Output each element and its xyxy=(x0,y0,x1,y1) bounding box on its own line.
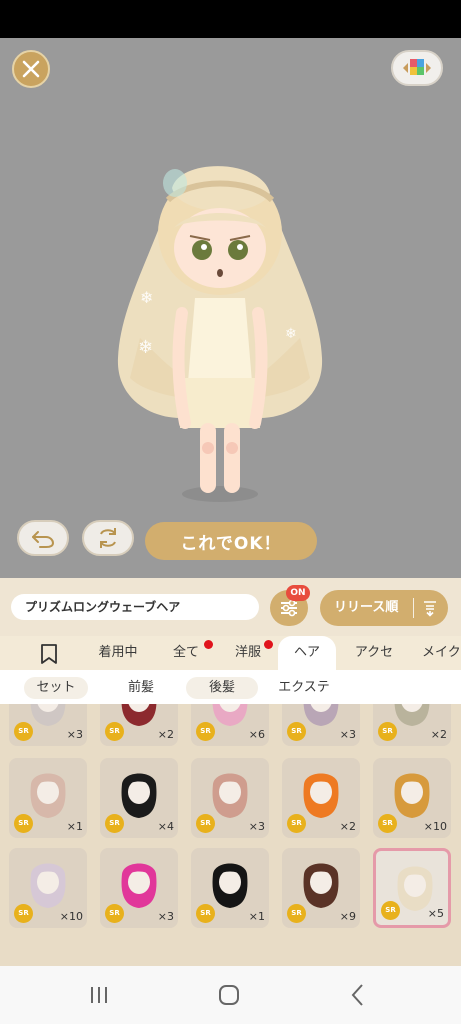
rarity-badge: SR xyxy=(14,904,33,923)
undo-icon xyxy=(32,531,55,548)
item-count: ×2 xyxy=(339,820,356,833)
item-count: ×4 xyxy=(157,820,174,833)
hair-thumbnail xyxy=(212,773,248,818)
item-count: ×6 xyxy=(248,728,265,741)
item-count: ×10 xyxy=(423,820,447,833)
sort-label: リリース順 xyxy=(334,600,399,615)
subtab-back-hair[interactable]: 後髪 xyxy=(186,677,258,699)
subtab-bangs[interactable]: 前髪 xyxy=(112,677,170,699)
undo-button[interactable] xyxy=(17,520,69,556)
hair-item-card[interactable]: SR ×2 xyxy=(373,704,451,746)
svg-text:❄: ❄ xyxy=(140,288,153,307)
rarity-badge: SR xyxy=(196,722,215,741)
item-count: ×9 xyxy=(339,910,356,923)
rarity-badge: SR xyxy=(105,814,124,833)
hair-item-card[interactable]: SR ×4 xyxy=(100,758,178,838)
rarity-badge: SR xyxy=(378,814,397,833)
hair-item-card[interactable]: SR ×3 xyxy=(9,704,87,746)
sliders-icon xyxy=(281,599,297,617)
color-palette-icon xyxy=(403,59,431,75)
rarity-badge: SR xyxy=(105,904,124,923)
item-count: ×1 xyxy=(66,820,83,833)
hair-item-card[interactable]: SR ×2 xyxy=(282,758,360,838)
hair-thumbnail xyxy=(30,773,66,818)
hair-item-card[interactable]: SR ×3 xyxy=(100,848,178,928)
color-palette-button[interactable] xyxy=(391,50,443,86)
hair-item-card[interactable]: SR ×6 xyxy=(191,704,269,746)
tab-clothes-new-dot xyxy=(264,640,273,649)
rarity-badge: SR xyxy=(287,722,306,741)
hair-item-card[interactable]: SR ×1 xyxy=(191,848,269,928)
rarity-badge: SR xyxy=(196,904,215,923)
close-icon xyxy=(22,60,40,78)
confirm-button[interactable]: これでOK！ xyxy=(145,522,317,560)
rotate-button[interactable] xyxy=(82,520,134,556)
bookmark-icon[interactable] xyxy=(38,643,60,665)
tab-wearing[interactable]: 着用中 xyxy=(86,636,150,670)
hair-item-card[interactable]: SR ×9 xyxy=(282,848,360,928)
rarity-badge: SR xyxy=(378,722,397,741)
hair-thumbnail xyxy=(121,863,157,908)
item-count: ×1 xyxy=(248,910,265,923)
hair-item-card[interactable]: SR ×5 xyxy=(373,848,451,928)
item-count: ×10 xyxy=(59,910,83,923)
tab-all[interactable]: 全て xyxy=(162,636,210,670)
tab-hair[interactable]: ヘア xyxy=(278,636,336,670)
sort-divider xyxy=(413,598,414,618)
hair-thumbnail xyxy=(30,863,66,908)
filter-on-badge: ON xyxy=(286,585,310,601)
selected-item-name: プリズムロングウェーブヘア xyxy=(11,594,259,620)
rarity-badge: SR xyxy=(196,814,215,833)
item-count: ×3 xyxy=(66,728,83,741)
item-count: ×3 xyxy=(248,820,265,833)
back-icon[interactable] xyxy=(343,980,373,1010)
rarity-badge: SR xyxy=(287,904,306,923)
tab-accessories[interactable]: アクセ xyxy=(346,636,402,670)
hair-thumbnail xyxy=(394,773,430,818)
hair-item-card[interactable]: SR ×3 xyxy=(191,758,269,838)
close-button[interactable] xyxy=(12,50,50,88)
hair-thumbnail xyxy=(303,773,339,818)
tab-all-new-dot xyxy=(204,640,213,649)
rarity-badge: SR xyxy=(105,722,124,741)
subtab-extensions[interactable]: エクステ xyxy=(266,677,342,699)
item-count: ×5 xyxy=(427,907,444,920)
rotate-icon xyxy=(100,528,116,548)
status-bar xyxy=(0,0,461,38)
wardrobe-panel: プリズムロングウェーブヘア ON リリース順 着用中 全て 洋服 ヘア アクセ … xyxy=(0,578,461,966)
sort-order-icon xyxy=(424,601,436,617)
subtab-set[interactable]: セット xyxy=(24,677,88,699)
svg-text:❄: ❄ xyxy=(138,337,153,358)
rarity-badge: SR xyxy=(14,722,33,741)
item-count: ×2 xyxy=(430,728,447,741)
rarity-badge: SR xyxy=(287,814,306,833)
category-tabs: 着用中 全て 洋服 ヘア アクセ メイク xyxy=(0,636,461,670)
preview-stage: ❄ ❄ ❄ ❄ xyxy=(0,38,461,578)
svg-text:❄: ❄ xyxy=(285,326,297,342)
rarity-badge: SR xyxy=(14,814,33,833)
hair-item-card[interactable]: SR ×3 xyxy=(282,704,360,746)
android-nav-bar xyxy=(0,966,461,1024)
hair-thumbnail xyxy=(303,863,339,908)
hair-item-card[interactable]: SR ×10 xyxy=(9,848,87,928)
item-count: ×2 xyxy=(157,728,174,741)
item-count: ×3 xyxy=(157,910,174,923)
hair-subtabs: セット 前髪 後髪 エクステ xyxy=(0,670,461,704)
home-icon[interactable] xyxy=(214,980,244,1010)
hair-thumbnail xyxy=(121,773,157,818)
tab-makeup[interactable]: メイク xyxy=(422,636,461,670)
avatar-character[interactable]: ❄ ❄ ❄ ❄ xyxy=(110,138,330,518)
sort-button[interactable]: リリース順 xyxy=(320,590,448,626)
recent-apps-icon[interactable] xyxy=(84,980,114,1010)
hair-item-card[interactable]: SR ×10 xyxy=(373,758,451,838)
item-count: ×3 xyxy=(339,728,356,741)
hair-item-card[interactable]: SR ×1 xyxy=(9,758,87,838)
item-toolbar: プリズムロングウェーブヘア ON リリース順 xyxy=(0,578,461,636)
item-grid: SR ×3 SR ×2 SR ×6 SR ×3 SR ×2 SR ×1 SR ×4 SR ×3 SR ×2 SR ×1… xyxy=(0,704,461,966)
hair-thumbnail xyxy=(212,863,248,908)
rarity-badge: SR xyxy=(381,901,400,920)
hair-item-card[interactable]: SR ×2 xyxy=(100,704,178,746)
